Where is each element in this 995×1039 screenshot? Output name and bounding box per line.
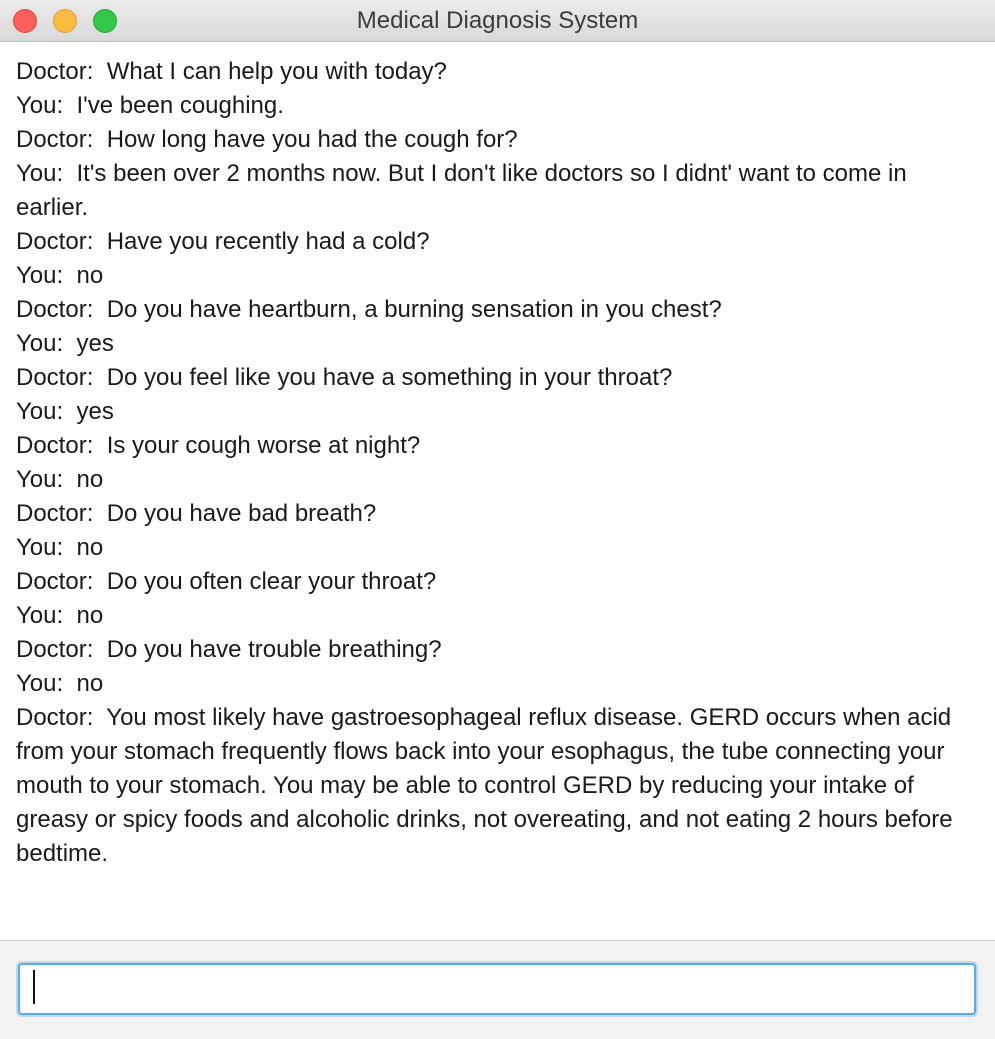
app-window: Medical Diagnosis System Doctor: What I … [0,0,995,1039]
user-message: You: I've been coughing. [16,92,284,119]
text-cursor [33,970,35,1004]
window-title: Medical Diagnosis System [356,7,639,34]
user-message: You: no [16,670,104,697]
user-message: You: no [16,262,104,289]
doctor-message: Doctor: Do you have bad breath? [16,500,377,527]
user-message: You: no [16,466,104,493]
conversation-transcript[interactable]: Doctor: What I can help you with today? … [0,42,995,940]
title-bar[interactable]: Medical Diagnosis System [0,0,995,42]
user-message: You: no [16,534,104,561]
input-area [0,941,995,1039]
doctor-message: Doctor: Do you have trouble breathing? [16,636,442,663]
doctor-message: Doctor: How long have you had the cough … [16,126,518,153]
doctor-diagnosis-message: Doctor: You most likely have gastroesoph… [16,704,960,867]
message-input[interactable] [18,963,976,1015]
doctor-message: Doctor: Do you feel like you have a some… [16,364,673,391]
doctor-message: Doctor: Do you often clear your throat? [16,568,437,595]
doctor-message: Doctor: Is your cough worse at night? [16,432,421,459]
doctor-message: Doctor: Do you have heartburn, a burning… [16,296,722,323]
user-message: You: It's been over 2 months now. But I … [16,160,914,221]
doctor-message: Doctor: Have you recently had a cold? [16,228,430,255]
user-message: You: yes [16,398,114,425]
user-message: You: no [16,602,104,629]
doctor-message: Doctor: What I can help you with today? [16,58,447,85]
user-message: You: yes [16,330,114,357]
